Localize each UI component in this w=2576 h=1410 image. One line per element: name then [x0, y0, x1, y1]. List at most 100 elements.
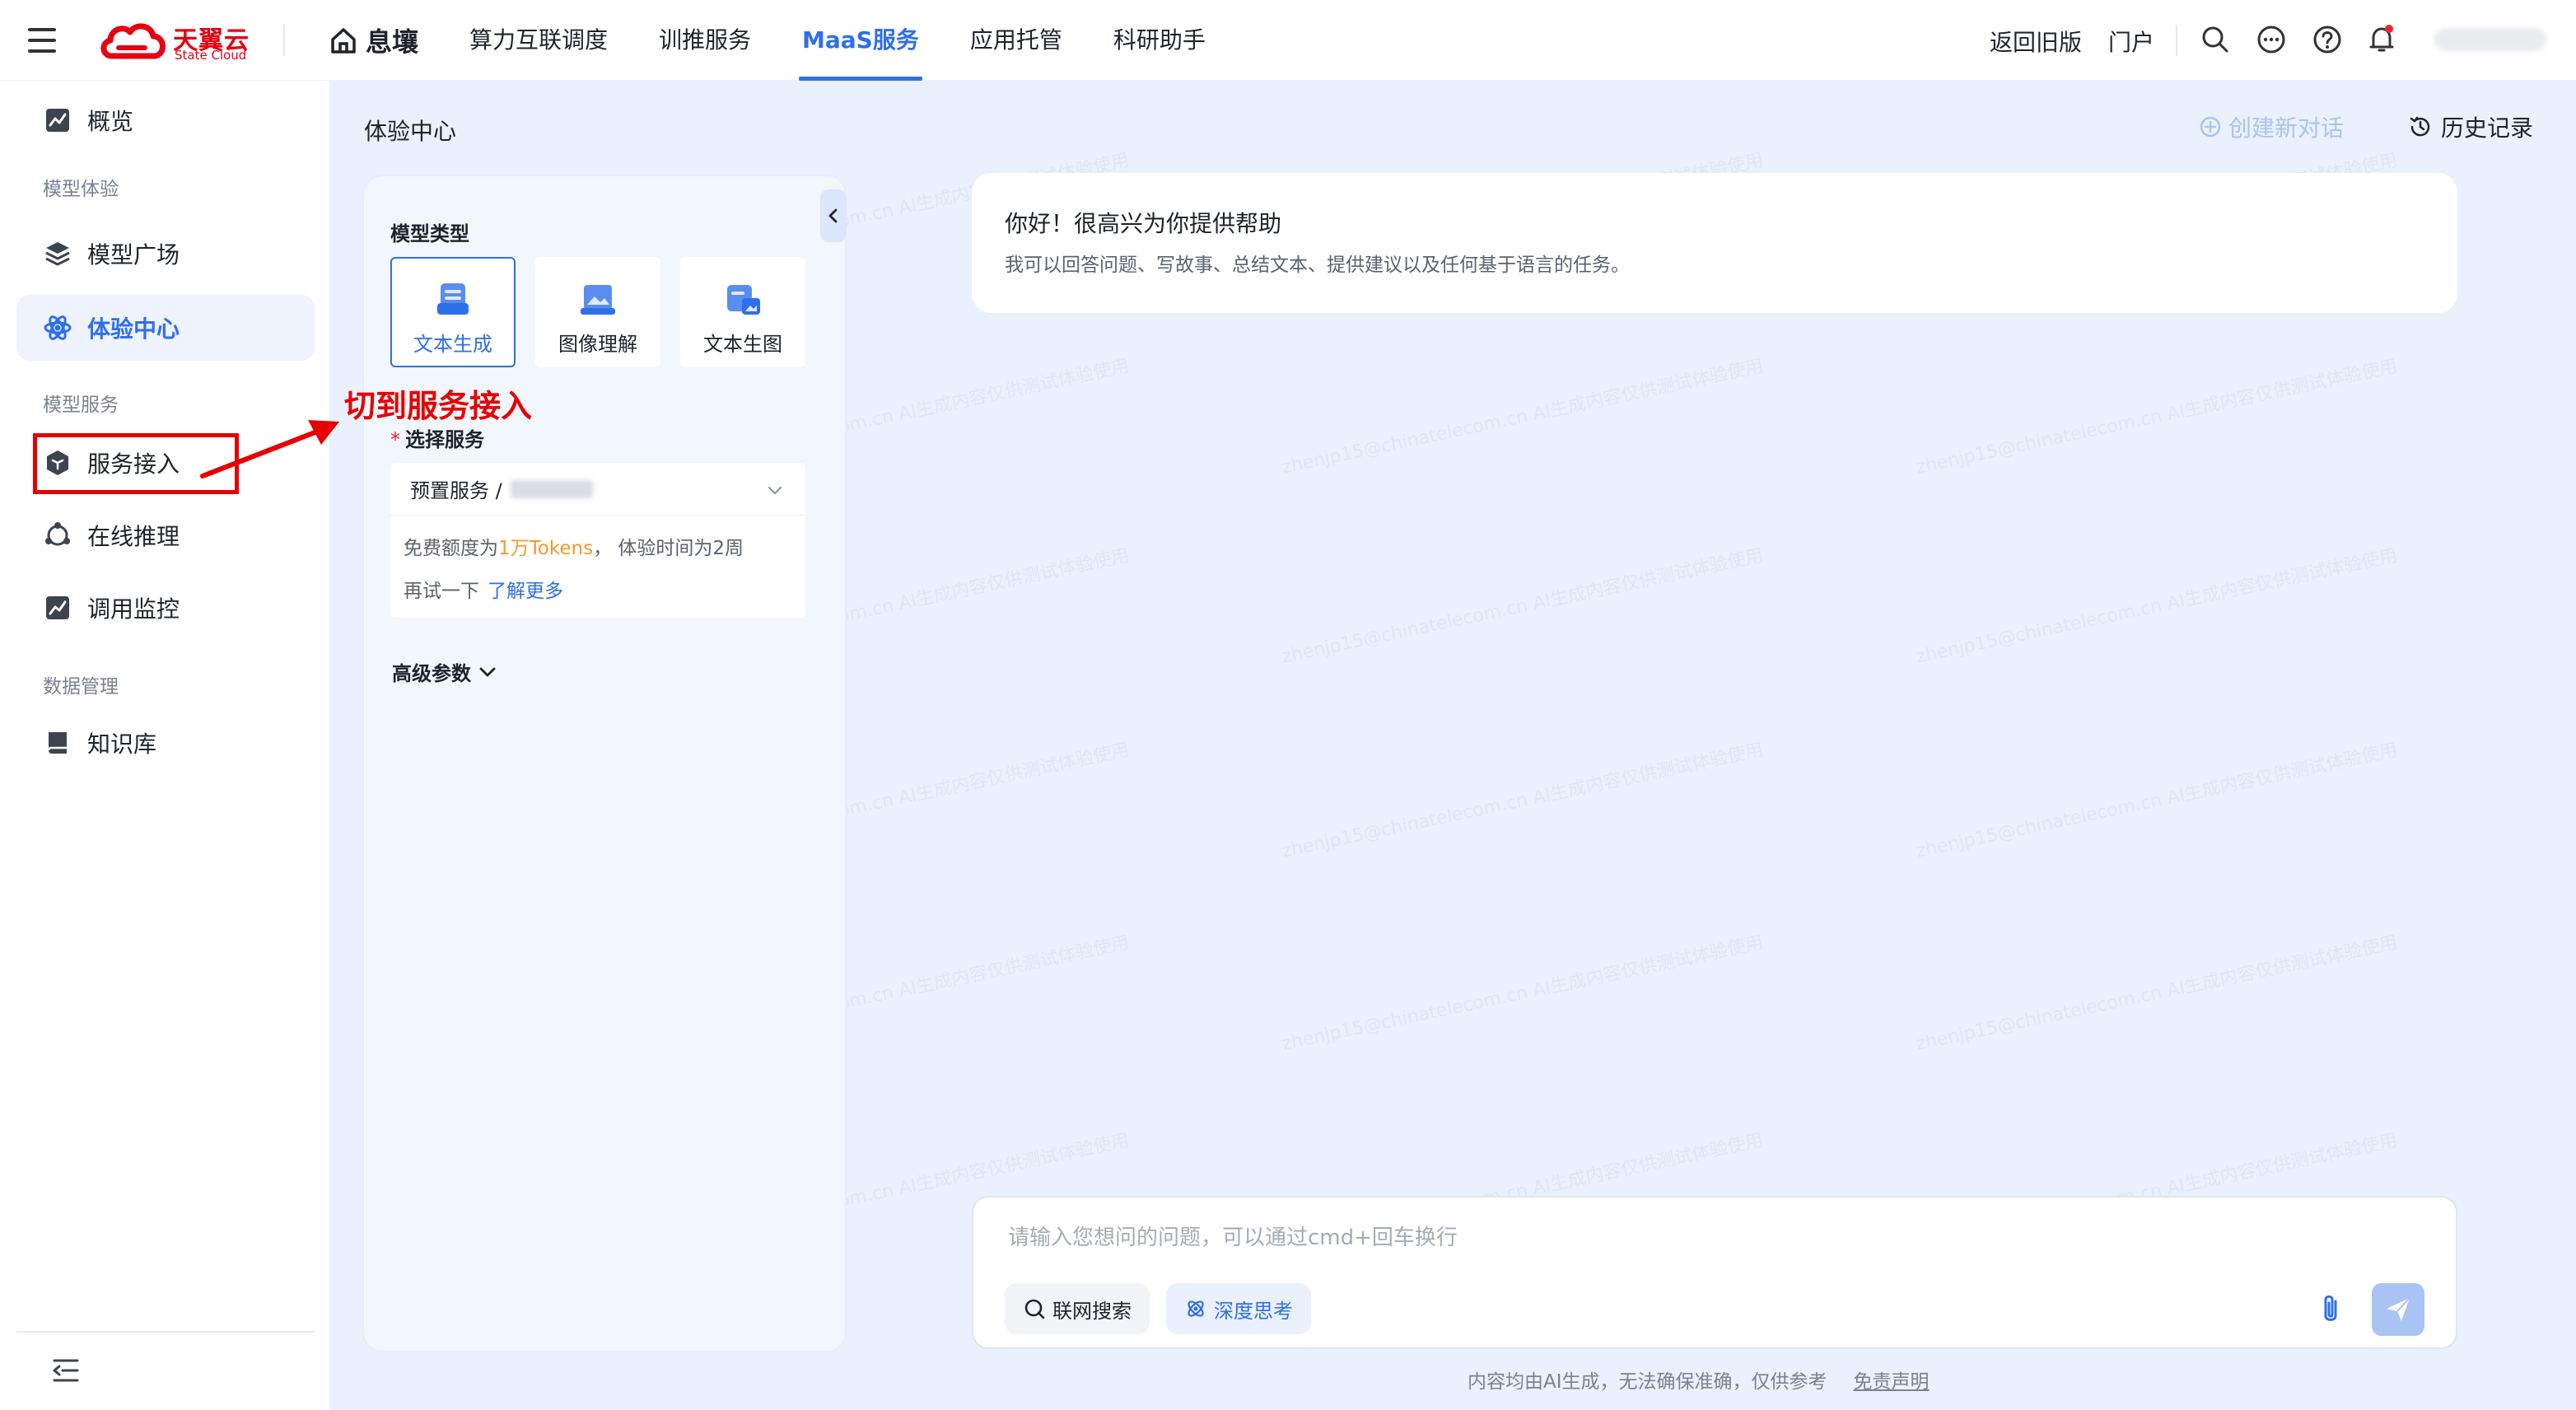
sidebar-item-label: 调用监控	[87, 595, 180, 623]
type-card-text-to-image[interactable]: 文本生图	[680, 257, 805, 367]
deep-think-label: 深度思考	[1214, 1299, 1293, 1323]
annotation-text: 切到服务接入	[344, 388, 533, 424]
nav-training-inference[interactable]: 训推服务	[659, 0, 751, 81]
top-nav: 算力互联调度 训推服务 MaaS服务 应用托管 科研助手	[469, 0, 1257, 81]
sidebar-item-online-inference[interactable]: 在线推理	[16, 502, 315, 568]
watermark: zhenjp15@chinatelecom.cn AI生成内容仅供测试体验使用	[1280, 740, 1766, 862]
type-card-text-generation[interactable]: 文本生成	[390, 257, 516, 367]
cycle-nodes-icon	[45, 522, 70, 546]
new-chat-label: 创建新对话	[2228, 114, 2345, 142]
watermark: zhenjp15@chinatelecom.cn AI生成内容仅供测试体验使用	[1280, 545, 1766, 668]
history-clock-icon	[2410, 116, 2430, 137]
search-icon	[1024, 1299, 1045, 1319]
web-search-label: 联网搜索	[1052, 1299, 1132, 1323]
collapse-sidebar-icon[interactable]	[51, 1357, 81, 1384]
sidebar-item-overview[interactable]: 概览	[16, 87, 315, 153]
page-title: 体验中心	[364, 118, 457, 145]
deep-think-toggle[interactable]: 深度思考	[1166, 1283, 1311, 1334]
service-box: 预置服务 / 免费额度为1万Tokens， 体验时间为2周 再试一下 了解更多	[390, 463, 805, 618]
web-search-toggle[interactable]: 联网搜索	[1005, 1283, 1150, 1334]
chevron-down-icon	[768, 487, 782, 494]
sidebar-item-knowledge-base[interactable]: 知识库	[16, 710, 315, 776]
watermark: zhenjp15@chinatelecom.cn AI生成内容仅供测试体验使用	[1280, 356, 1766, 479]
return-old-version-link[interactable]: 返回旧版	[1990, 25, 2082, 58]
logo[interactable]: 天翼云 State Cloud	[97, 18, 254, 64]
nav-maas-service[interactable]: MaaS服务	[799, 0, 922, 81]
sidebar-item-label: 在线推理	[87, 523, 180, 550]
app-root: 天翼云 State Cloud 息壤 算力互联调度 训推服务 MaaS服务 应用…	[0, 0, 2576, 1410]
service-select-value: 预置服务 /	[410, 479, 502, 502]
watermark: zhenjp15@chinatelecom.cn AI生成内容仅供测试体验使用	[1914, 356, 2400, 479]
model-type-label: 模型类型	[390, 222, 469, 245]
brand-name: 息壤	[366, 26, 419, 58]
text-doc-icon	[437, 283, 469, 315]
top-bar: 天翼云 State Cloud 息壤 算力互联调度 训推服务 MaaS服务 应用…	[0, 0, 2576, 81]
sidebar-item-model-square[interactable]: 模型广场	[16, 221, 315, 287]
atom-icon	[1188, 1300, 1204, 1317]
logo-subtitle: State Cloud	[175, 48, 247, 63]
history-label: 历史记录	[2441, 114, 2534, 142]
notification-button[interactable]	[2367, 25, 2396, 54]
watermark: zhenjp15@chinatelecom.cn AI生成内容仅供测试体验使用	[1914, 740, 2400, 862]
type-card-label: 文本生图	[703, 333, 782, 356]
notification-dot	[2385, 25, 2393, 33]
book-icon	[47, 732, 67, 754]
chat-input[interactable]	[1006, 1209, 2324, 1267]
chat-input-box: 联网搜索 深度思考	[972, 1196, 2457, 1349]
type-card-label: 图像理解	[558, 333, 637, 356]
home-icon	[331, 28, 356, 54]
service-select[interactable]: 预置服务 /	[390, 463, 805, 516]
help-icon[interactable]	[2312, 25, 2342, 54]
sidebar-item-experience-center[interactable]: 体验中心	[16, 295, 315, 361]
new-chat-button[interactable]: 创建新对话	[2199, 110, 2344, 143]
user-account[interactable]	[2434, 28, 2546, 51]
quota-info: 免费额度为1万Tokens， 体验时间为2周	[404, 532, 744, 560]
sidebar-group-label: 模型体验	[43, 179, 119, 200]
sidebar: 概览 模型体验 模型广场 体验中心 模型服务 服务接入 在线推理 调用监控 数据…	[0, 81, 329, 1410]
topbar-separator	[2176, 25, 2177, 56]
layers-icon	[45, 242, 70, 266]
select-service-text: 选择服务	[405, 428, 484, 451]
sidebar-item-call-monitor[interactable]: 调用监控	[16, 575, 315, 641]
history-button[interactable]: 历史记录	[2408, 110, 2533, 143]
required-asterisk: *	[390, 428, 400, 451]
sidebar-item-label: 知识库	[87, 731, 157, 758]
brand-home[interactable]: 息壤	[329, 21, 418, 59]
ai-disclaimer-text: 内容均由AI生成，无法确保准确，仅供参考	[1468, 1371, 1827, 1393]
type-card-image-understanding[interactable]: 图像理解	[535, 257, 660, 367]
watermark: zhenjp15@chinatelecom.cn AI生成内容仅供测试体验使用	[1280, 932, 1766, 1055]
chevron-down-icon	[479, 667, 496, 676]
topbar-divider	[283, 25, 285, 56]
collapse-panel-button[interactable]	[820, 189, 847, 242]
sidebar-item-label: 体验中心	[87, 315, 180, 343]
type-card-label: 文本生成	[413, 333, 492, 356]
advanced-params-toggle[interactable]: 高级参数	[392, 657, 497, 686]
monitor-chart-icon	[46, 596, 69, 619]
atom-icon	[44, 315, 72, 340]
nav-app-hosting[interactable]: 应用托管	[970, 0, 1062, 81]
sidebar-item-label: 模型广场	[87, 241, 180, 268]
more-icon[interactable]	[2256, 25, 2286, 54]
sidebar-item-label: 服务接入	[87, 451, 180, 478]
text-to-image-icon	[727, 285, 760, 315]
disclaimer-link[interactable]: 免责声明	[1854, 1371, 1930, 1393]
nav-compute-scheduling[interactable]: 算力互联调度	[469, 0, 608, 81]
select-service-label: * 选择服务	[390, 423, 484, 452]
portal-link[interactable]: 门户	[2108, 25, 2154, 58]
retry-row: 再试一下 了解更多	[404, 575, 563, 603]
send-icon	[2387, 1297, 2410, 1321]
send-button[interactable]	[2372, 1283, 2424, 1336]
sidebar-item-service-access[interactable]: 服务接入	[16, 430, 315, 496]
topbar-right: 返回旧版 门户	[1960, 0, 2576, 81]
search-icon[interactable]	[2200, 25, 2230, 54]
cloud-logo-icon	[100, 23, 166, 59]
sidebar-divider	[16, 1331, 315, 1333]
paperclip-icon[interactable]	[2314, 1291, 2347, 1328]
welcome-subtitle: 我可以回答问题、写故事、总结文本、提供建议以及任何基于语言的任务。	[1005, 254, 1630, 276]
footer-note: 内容均由AI生成，无法确保准确，仅供参考 免责声明	[1468, 1366, 1930, 1394]
nav-research-assistant[interactable]: 科研助手	[1113, 0, 1206, 81]
sidebar-group-label: 数据管理	[43, 676, 119, 698]
menu-icon[interactable]	[28, 28, 56, 53]
learn-more-link[interactable]: 了解更多	[488, 581, 563, 602]
watermark: zhenjp15@chinatelecom.cn AI生成内容仅供测试体验使用	[1914, 932, 2400, 1055]
